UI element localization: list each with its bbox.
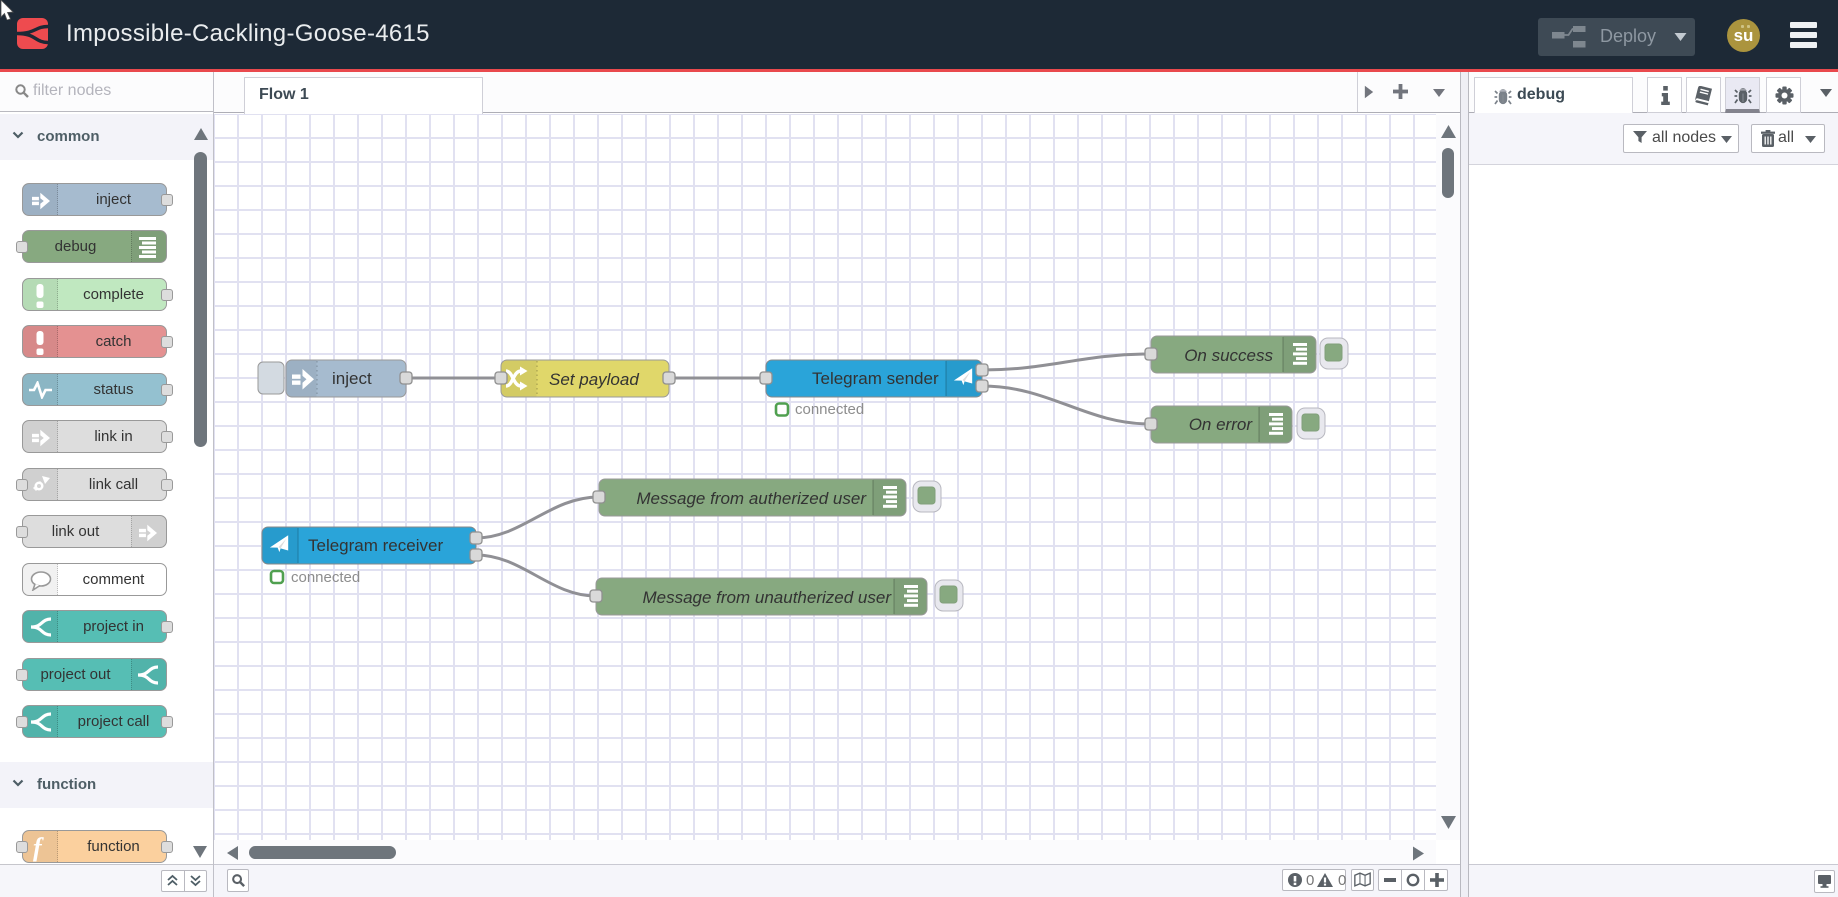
svg-text:inject: inject xyxy=(332,369,372,388)
svg-text:Message from autherized user: Message from autherized user xyxy=(636,489,867,508)
svg-text:On success: On success xyxy=(1184,346,1273,365)
svg-text:Telegram sender: Telegram sender xyxy=(812,369,939,388)
svg-text:connected: connected xyxy=(795,401,864,418)
svg-text:Message from unautherized user: Message from unautherized user xyxy=(642,588,892,607)
svg-text:connected: connected xyxy=(291,569,360,586)
svg-text:Set payload: Set payload xyxy=(549,370,639,389)
svg-text:On error: On error xyxy=(1189,415,1254,434)
svg-text:Telegram receiver: Telegram receiver xyxy=(308,536,443,555)
